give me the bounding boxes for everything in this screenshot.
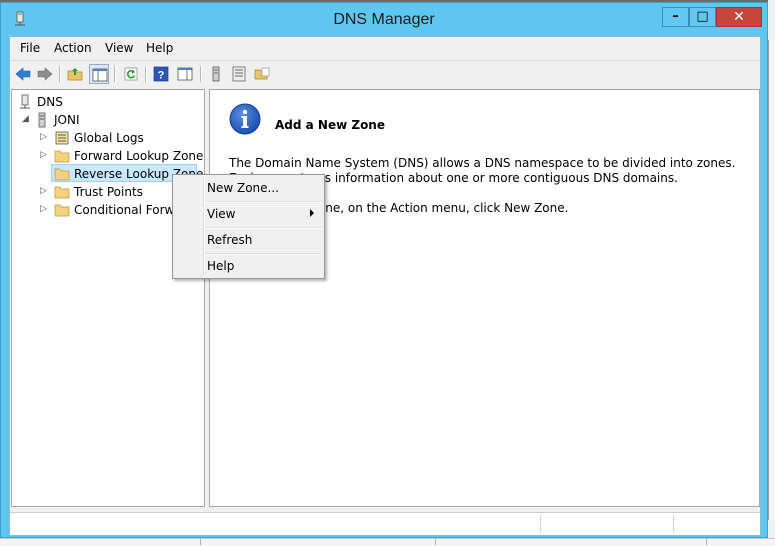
back-arrow-icon (15, 67, 31, 81)
menu-item-label: Refresh (207, 233, 253, 247)
list-icon (232, 66, 246, 82)
list-button[interactable] (229, 64, 249, 84)
up-folder-icon (67, 68, 83, 81)
help-icon: ? (153, 66, 169, 82)
menu-help[interactable]: Help (146, 41, 173, 55)
tree-label: DNS (37, 95, 63, 109)
toolbar: ? (10, 60, 760, 87)
tree-node-joni[interactable]: ◢ JONI (22, 111, 192, 129)
taskbar-divider (706, 539, 707, 545)
toolbar-separator (145, 66, 147, 82)
toolbar-separator (114, 66, 116, 82)
up-one-level-button[interactable] (65, 64, 85, 84)
menu-file[interactable]: File (20, 41, 40, 55)
maximize-icon: □ (696, 9, 709, 24)
background-window-border (768, 40, 775, 520)
context-menu: New Zone... View Refresh Help (172, 174, 325, 279)
show-hide-console-tree-icon (92, 68, 108, 82)
window-client-area: File Action View Help ? DNS ◢ JONI ▷ Glo… (9, 36, 761, 536)
info-icon (229, 103, 261, 135)
taskbar-divider (200, 539, 201, 545)
menu-view[interactable]: View (105, 41, 133, 55)
expand-triangle-icon[interactable]: ▷ (40, 204, 47, 214)
expand-triangle-icon[interactable]: ▷ (40, 150, 47, 160)
help-button[interactable]: ? (151, 64, 171, 84)
maximize-button[interactable]: □ (689, 7, 716, 27)
show-hide-tree-button[interactable] (89, 64, 109, 84)
submenu-arrow-icon (310, 209, 314, 217)
forward-button[interactable] (35, 64, 55, 84)
status-cell (673, 515, 760, 533)
close-icon: ✕ (733, 9, 745, 25)
tree-node-forward-lookup-zones[interactable]: ▷ Forward Lookup Zones (40, 147, 204, 165)
minimize-button[interactable]: – (662, 7, 689, 27)
back-button[interactable] (13, 64, 33, 84)
menu-item-new-zone[interactable]: New Zone... (175, 177, 322, 199)
tree-label: Trust Points (74, 185, 143, 199)
result-pane: Add a New Zone The Domain Name System (D… (209, 89, 760, 507)
tree-label: Forward Lookup Zones (74, 149, 205, 163)
show-action-pane-button[interactable] (175, 64, 195, 84)
forward-arrow-icon (37, 67, 53, 81)
close-button[interactable]: ✕ (716, 7, 762, 27)
refresh-button[interactable] (121, 64, 141, 84)
status-cell (540, 515, 674, 533)
folder-icon (54, 202, 70, 221)
console-tree: DNS ◢ JONI ▷ Global Logs ▷ Forward Looku… (11, 89, 205, 507)
expand-triangle-icon[interactable]: ▷ (40, 132, 47, 142)
menu-item-label: New Zone... (207, 181, 279, 195)
menu-item-label: View (207, 207, 236, 221)
tree-node-global-logs[interactable]: ▷ Global Logs (40, 129, 200, 147)
minimize-icon: – (672, 9, 679, 24)
collapse-triangle-icon[interactable]: ◢ (22, 114, 29, 124)
title-bar[interactable]: DNS Manager – □ ✕ (1, 3, 767, 35)
tree-label: JONI (54, 113, 80, 127)
toolbar-separator (200, 66, 202, 82)
expand-triangle-icon[interactable]: ▷ (40, 186, 47, 196)
menu-item-refresh[interactable]: Refresh (175, 229, 322, 251)
toolbar-separator (59, 66, 61, 82)
menu-item-label: Help (207, 259, 235, 273)
menu-item-view[interactable]: View (175, 203, 322, 225)
tree-node-dns[interactable]: DNS (16, 93, 196, 111)
server-button[interactable] (206, 64, 226, 84)
folder-icon (254, 67, 270, 80)
server-icon (212, 66, 220, 82)
folder-button[interactable] (252, 64, 272, 84)
tree-label: Global Logs (74, 131, 144, 145)
refresh-icon (124, 67, 138, 81)
menu-action[interactable]: Action (54, 41, 92, 55)
page-heading: Add a New Zone (275, 118, 385, 132)
window-title: DNS Manager (333, 11, 435, 28)
taskbar-divider (435, 539, 436, 545)
svg-text:?: ? (158, 70, 165, 82)
menu-bar: File Action View Help (10, 37, 760, 59)
status-bar (10, 512, 760, 535)
menu-item-help[interactable]: Help (175, 255, 322, 277)
dns-manager-window: DNS Manager – □ ✕ File Action View Help (0, 2, 768, 538)
action-pane-icon (177, 67, 193, 81)
